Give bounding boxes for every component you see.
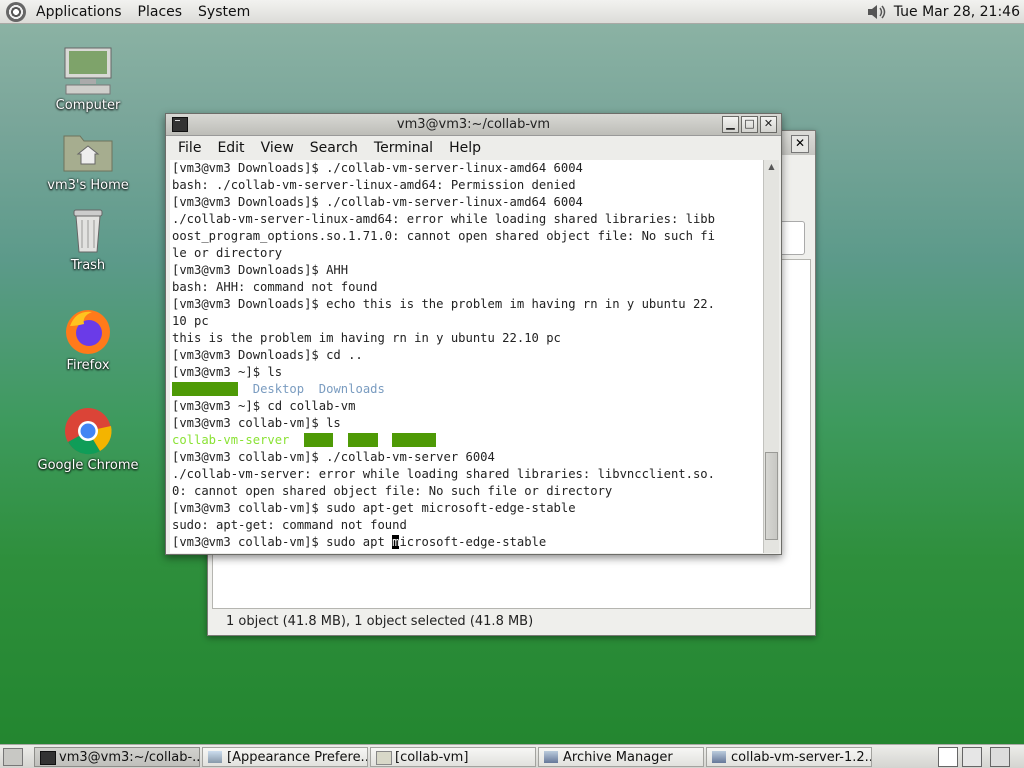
terminal-window[interactable]: vm3@vm3:~/collab-vm ▁ □ ✕ File Edit View… xyxy=(165,113,782,555)
terminal-line: 0: cannot open shared object file: No su… xyxy=(172,484,613,498)
desktop-icon-label: Google Chrome xyxy=(37,458,139,473)
taskbar-label: collab-vm-server-1.2.... xyxy=(731,750,872,765)
distro-logo-icon[interactable] xyxy=(6,1,26,22)
status-bar-text: 1 object (41.8 MB), 1 object selected (4… xyxy=(226,614,534,629)
menu-places[interactable]: Places xyxy=(130,4,191,20)
terminal-line: [vm3@vm3 Downloads]$ echo this is the pr… xyxy=(172,297,715,311)
ls-entry-highlighted: http xyxy=(348,433,378,447)
firefox-icon xyxy=(60,306,116,356)
ls-entry-executable: collab-vm-server xyxy=(172,433,290,447)
trash-applet-icon[interactable] xyxy=(990,747,1010,767)
taskbar-item-collab-vm-server[interactable]: collab-vm-server-1.2.... xyxy=(706,747,872,767)
preferences-icon xyxy=(208,751,222,763)
scrollbar-thumb[interactable] xyxy=(765,452,778,540)
terminal-line: le or directory xyxy=(172,246,283,260)
taskbar-label: Archive Manager xyxy=(563,750,673,765)
prompt-text: [vm3@vm3 collab-vm]$ sudo apt xyxy=(172,535,393,549)
desktop-icon-trash[interactable]: Trash xyxy=(33,206,143,273)
desktop-icon-computer[interactable]: Computer xyxy=(33,46,143,113)
terminal-line: ./collab-vm-server-linux-amd64: error wh… xyxy=(172,212,715,226)
terminal-scrollbar[interactable]: ▲ xyxy=(763,160,779,553)
minimize-icon[interactable]: ▁ xyxy=(722,116,739,133)
terminal-menubar: File Edit View Search Terminal Help xyxy=(166,136,781,160)
terminal-line: bash: ./collab-vm-server-linux-amd64: Pe… xyxy=(172,178,576,192)
terminal-icon xyxy=(40,751,56,765)
desktop-icon-firefox[interactable]: Firefox xyxy=(33,306,143,373)
menu-search[interactable]: Search xyxy=(302,140,366,156)
bottom-panel: vm3@vm3:~/collab-... [Appearance Prefere… xyxy=(0,744,1024,768)
terminal-line: oost_program_options.so.1.71.0: cannot o… xyxy=(172,229,715,243)
terminal-line: ./collab-vm-server: error while loading … xyxy=(172,467,715,481)
folder-icon xyxy=(376,751,392,765)
taskbar-item-collab-vm[interactable]: [collab-vm] xyxy=(370,747,536,767)
close-icon[interactable]: ✕ xyxy=(791,135,809,153)
maximize-icon[interactable]: □ xyxy=(741,116,758,133)
taskbar-label: vm3@vm3:~/collab-... xyxy=(59,750,200,765)
scroll-up-icon[interactable]: ▲ xyxy=(764,162,779,172)
show-desktop-icon[interactable] xyxy=(3,748,23,766)
volume-icon[interactable] xyxy=(866,3,888,21)
terminal-line: this is the problem im having rn in y ub… xyxy=(172,331,561,345)
terminal-line: sudo: apt-get: command not found xyxy=(172,518,407,532)
menu-terminal[interactable]: Terminal xyxy=(366,140,441,156)
menu-view[interactable]: View xyxy=(253,140,302,156)
window-title: vm3@vm3:~/collab-vm xyxy=(396,117,551,132)
clock[interactable]: Tue Mar 28, 21:46 xyxy=(894,4,1020,20)
desktop-icon-label: Firefox xyxy=(66,358,110,373)
workspace-switcher-1[interactable] xyxy=(938,747,958,767)
terminal-line: [vm3@vm3 Downloads]$ ./collab-vm-server-… xyxy=(172,195,583,209)
terminal-prompt-line[interactable]: [vm3@vm3 collab-vm]$ sudo apt microsoft-… xyxy=(172,534,763,551)
desktop-icon-home[interactable]: vm3's Home xyxy=(33,126,143,193)
ls-entry-highlighted: sqlite xyxy=(392,433,437,447)
taskbar-item-archive-manager[interactable]: Archive Manager xyxy=(538,747,704,767)
taskbar-label: [collab-vm] xyxy=(395,750,469,765)
menu-file[interactable]: File xyxy=(170,140,209,156)
terminal-line: [vm3@vm3 ~]$ cd collab-vm xyxy=(172,399,356,413)
ls-entry-highlighted: guac xyxy=(304,433,334,447)
terminal-screen[interactable]: [vm3@vm3 Downloads]$ ./collab-vm-server-… xyxy=(170,160,763,553)
archive-icon xyxy=(544,751,558,763)
taskbar-label: [Appearance Prefere... xyxy=(227,750,368,765)
computer-icon xyxy=(60,46,116,96)
terminal-line: [vm3@vm3 ~]$ ls xyxy=(172,365,283,379)
terminal-icon[interactable] xyxy=(172,117,188,132)
desktop-icon-label: Trash xyxy=(70,258,106,273)
terminal-line: 10 pc xyxy=(172,314,209,328)
ls-output-home: collab-vm Desktop Downloads xyxy=(172,381,763,398)
terminal-titlebar[interactable]: vm3@vm3:~/collab-vm ▁ □ ✕ xyxy=(166,114,781,136)
ls-entry-highlighted: collab-vm xyxy=(172,382,239,396)
menu-applications[interactable]: Applications xyxy=(28,4,130,20)
terminal-line: [vm3@vm3 collab-vm]$ sudo apt-get micros… xyxy=(172,501,576,515)
terminal-line: [vm3@vm3 Downloads]$ AHH xyxy=(172,263,349,277)
prompt-text: icrosoft-edge-stable xyxy=(399,535,547,549)
top-panel: Applications Places System Tue Mar 28, 2… xyxy=(0,0,1024,24)
close-icon[interactable]: ✕ xyxy=(760,116,777,133)
terminal-line: bash: AHH: command not found xyxy=(172,280,378,294)
terminal-line: [vm3@vm3 collab-vm]$ ./collab-vm-server … xyxy=(172,450,495,464)
taskbar-item-appearance[interactable]: [Appearance Prefere... xyxy=(202,747,368,767)
desktop-icon-chrome[interactable]: Google Chrome xyxy=(33,406,143,473)
ls-output-collab: collab-vm-server guac http sqlite xyxy=(172,432,763,449)
terminal-line: [vm3@vm3 Downloads]$ cd .. xyxy=(172,348,363,362)
menu-system[interactable]: System xyxy=(190,4,258,20)
ls-entry-directory: Desktop xyxy=(252,382,305,396)
home-folder-icon xyxy=(60,126,116,176)
workspace-switcher-2[interactable] xyxy=(962,747,982,767)
menu-help[interactable]: Help xyxy=(441,140,489,156)
taskbar-item-terminal[interactable]: vm3@vm3:~/collab-... xyxy=(34,747,200,767)
terminal-line: [vm3@vm3 collab-vm]$ ls xyxy=(172,416,341,430)
desktop-icon-label: vm3's Home xyxy=(47,178,129,193)
archive-icon xyxy=(712,751,726,763)
trash-icon xyxy=(60,206,116,256)
chrome-icon xyxy=(60,406,116,456)
menu-edit[interactable]: Edit xyxy=(209,140,252,156)
terminal-line: [vm3@vm3 Downloads]$ ./collab-vm-server-… xyxy=(172,161,583,175)
ls-entry-directory: Downloads xyxy=(318,382,385,396)
desktop-icon-label: Computer xyxy=(55,98,121,113)
